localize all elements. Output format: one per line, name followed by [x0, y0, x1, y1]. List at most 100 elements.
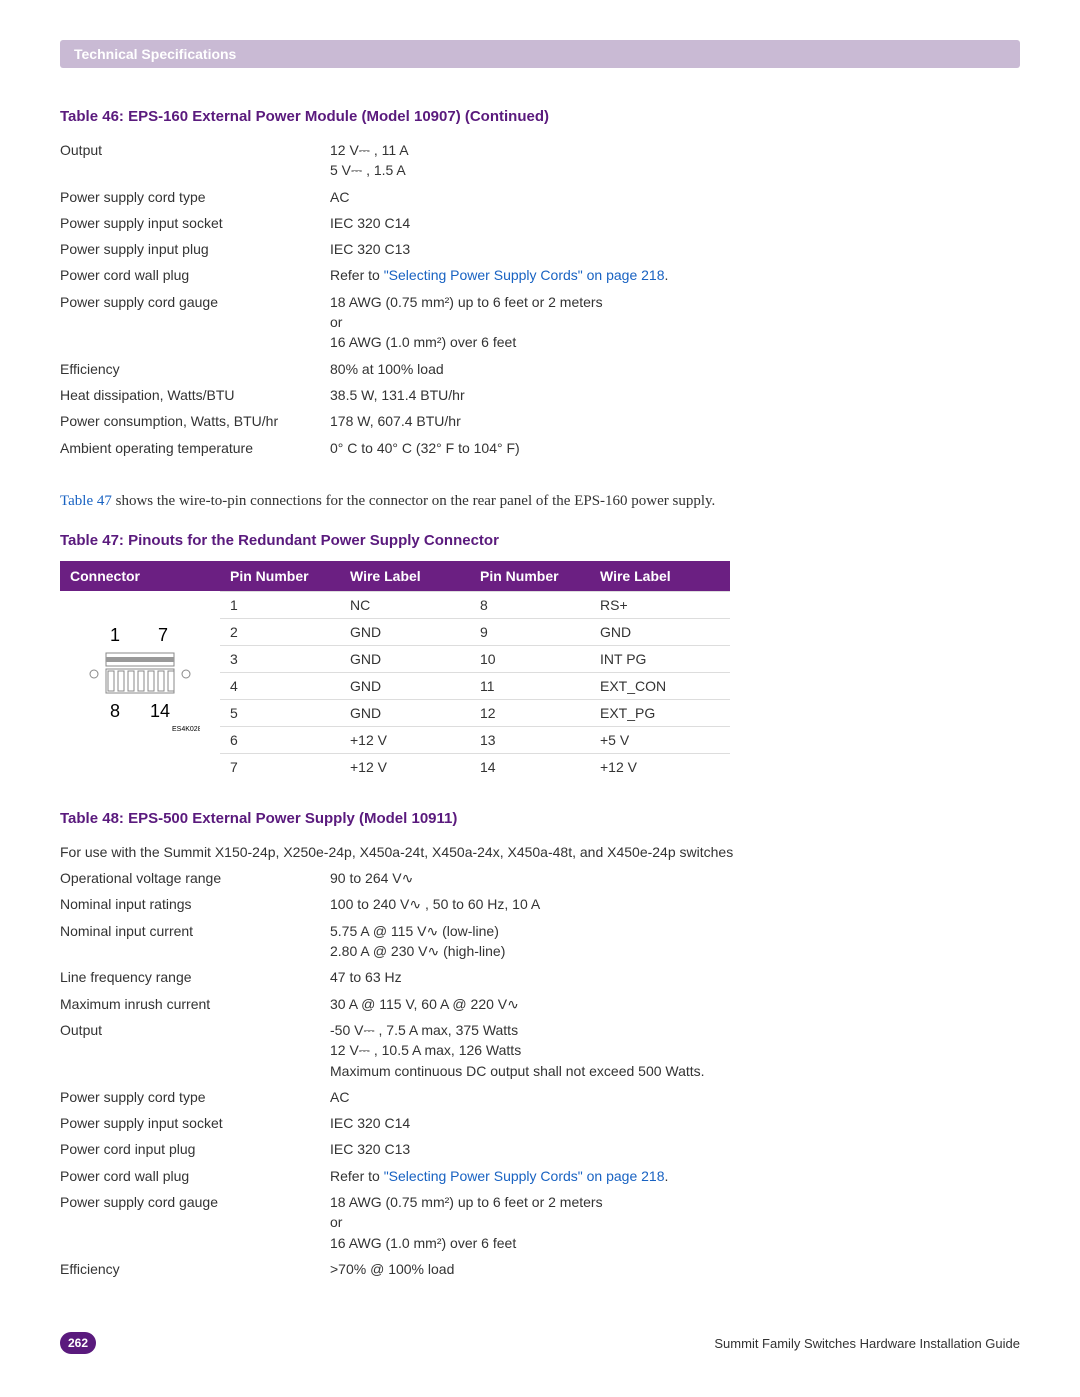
svg-text:7: 7 — [158, 625, 168, 645]
th-pin1: Pin Number — [220, 561, 340, 592]
table47: Connector Pin Number Wire Label Pin Numb… — [60, 561, 730, 780]
body-paragraph: Table 47 shows the wire-to-pin connectio… — [60, 491, 1020, 512]
spec-label: Nominal input current — [60, 918, 330, 965]
spec-value: 80% at 100% load — [330, 356, 1020, 382]
pinout-cell: 10 — [470, 645, 590, 672]
pinout-cell: 7 — [220, 753, 340, 780]
pinout-cell: 9 — [470, 618, 590, 645]
spec-value: 18 AWG (0.75 mm²) up to 6 feet or 2 mete… — [330, 289, 1020, 356]
pinout-cell: 12 — [470, 699, 590, 726]
pinout-cell: 5 — [220, 699, 340, 726]
spec-label: Efficiency — [60, 1256, 330, 1282]
pinout-cell: EXT_CON — [590, 672, 730, 699]
ref-link[interactable]: "Selecting Power Supply Cords" on page 2… — [384, 1168, 665, 1184]
pinout-cell: GND — [340, 645, 470, 672]
table46: Output12 V⎓ , 11 A 5 V⎓ , 1.5 APower sup… — [60, 137, 1020, 461]
svg-text:1: 1 — [110, 625, 120, 645]
pinout-cell: +12 V — [590, 753, 730, 780]
section-header: Technical Specifications — [60, 40, 1020, 68]
spec-label: Maximum inrush current — [60, 991, 330, 1017]
spec-label: Power cord wall plug — [60, 262, 330, 288]
spec-value: IEC 320 C14 — [330, 210, 1020, 236]
th-pin2: Pin Number — [470, 561, 590, 592]
page-footer: 262 Summit Family Switches Hardware Inst… — [60, 1332, 1020, 1354]
table48-intro: For use with the Summit X150-24p, X250e-… — [60, 839, 1020, 865]
pinout-cell: 6 — [220, 726, 340, 753]
spec-label: Ambient operating temperature — [60, 435, 330, 461]
pinout-cell: 3 — [220, 645, 340, 672]
spec-label: Power supply input plug — [60, 236, 330, 262]
pinout-cell: 1 — [220, 591, 340, 618]
spec-value: 178 W, 607.4 BTU/hr — [330, 408, 1020, 434]
pinout-cell: 11 — [470, 672, 590, 699]
pinout-cell: 8 — [470, 591, 590, 618]
spec-value: Refer to "Selecting Power Supply Cords" … — [330, 1163, 1020, 1189]
pinout-cell: +12 V — [340, 726, 470, 753]
spec-label: Power supply cord gauge — [60, 289, 330, 356]
spec-label: Power cord wall plug — [60, 1163, 330, 1189]
pinout-cell: EXT_PG — [590, 699, 730, 726]
spec-value: 5.75 A @ 115 V∿ (low-line) 2.80 A @ 230 … — [330, 918, 1020, 965]
body-paragraph-text: shows the wire-to-pin connections for th… — [112, 493, 715, 509]
spec-value: AC — [330, 184, 1020, 210]
th-wire2: Wire Label — [590, 561, 730, 592]
connector-icon: 1 7 8 14ES4K028 — [80, 619, 200, 749]
pinout-cell: +5 V — [590, 726, 730, 753]
svg-text:14: 14 — [150, 701, 170, 721]
th-connector: Connector — [60, 561, 220, 592]
spec-label: Output — [60, 1017, 330, 1084]
spec-label: Output — [60, 137, 330, 184]
table48-title: Table 48: EPS-500 External Power Supply … — [60, 810, 1020, 827]
spec-label: Power supply cord gauge — [60, 1189, 330, 1256]
table48: For use with the Summit X150-24p, X250e-… — [60, 839, 1020, 1282]
spec-value: 38.5 W, 131.4 BTU/hr — [330, 382, 1020, 408]
pinout-cell: RS+ — [590, 591, 730, 618]
spec-label: Line frequency range — [60, 964, 330, 990]
spec-label: Power supply cord type — [60, 1084, 330, 1110]
table47-ref-link[interactable]: Table 47 — [60, 493, 112, 509]
svg-text:ES4K028: ES4K028 — [172, 726, 200, 733]
pinout-cell: 2 — [220, 618, 340, 645]
pinout-cell: 14 — [470, 753, 590, 780]
footer-guide-title: Summit Family Switches Hardware Installa… — [714, 1336, 1020, 1351]
spec-value: 0° C to 40° C (32° F to 104° F) — [330, 435, 1020, 461]
spec-label: Efficiency — [60, 356, 330, 382]
spec-label: Operational voltage range — [60, 865, 330, 891]
spec-value: 12 V⎓ , 11 A 5 V⎓ , 1.5 A — [330, 137, 1020, 184]
spec-value: 90 to 264 V∿ — [330, 865, 1020, 891]
pinout-cell: GND — [590, 618, 730, 645]
spec-label: Nominal input ratings — [60, 891, 330, 917]
table46-title: Table 46: EPS-160 External Power Module … — [60, 108, 1020, 125]
svg-text:8: 8 — [110, 701, 120, 721]
table47-title: Table 47: Pinouts for the Redundant Powe… — [60, 532, 1020, 549]
spec-value: 30 A @ 115 V, 60 A @ 220 V∿ — [330, 991, 1020, 1017]
pinout-cell: NC — [340, 591, 470, 618]
spec-label: Power cord input plug — [60, 1136, 330, 1162]
spec-value: 47 to 63 Hz — [330, 964, 1020, 990]
pinout-cell: +12 V — [340, 753, 470, 780]
spec-label: Power supply input socket — [60, 210, 330, 236]
spec-value: IEC 320 C13 — [330, 1136, 1020, 1162]
pinout-cell: 4 — [220, 672, 340, 699]
th-wire1: Wire Label — [340, 561, 470, 592]
spec-value: Refer to "Selecting Power Supply Cords" … — [330, 262, 1020, 288]
spec-value: -50 V⎓ , 7.5 A max, 375 Watts 12 V⎓ , 10… — [330, 1017, 1020, 1084]
spec-label: Power supply input socket — [60, 1110, 330, 1136]
spec-label: Heat dissipation, Watts/BTU — [60, 382, 330, 408]
pinout-cell: INT PG — [590, 645, 730, 672]
spec-value: AC — [330, 1084, 1020, 1110]
ref-link[interactable]: "Selecting Power Supply Cords" on page 2… — [384, 267, 665, 283]
pinout-cell: GND — [340, 699, 470, 726]
page-number: 262 — [60, 1332, 96, 1354]
pinout-cell: GND — [340, 672, 470, 699]
spec-value: 100 to 240 V∿ , 50 to 60 Hz, 10 A — [330, 891, 1020, 917]
pinout-cell: GND — [340, 618, 470, 645]
spec-label: Power consumption, Watts, BTU/hr — [60, 408, 330, 434]
spec-value: >70% @ 100% load — [330, 1256, 1020, 1282]
connector-diagram: 1 7 8 14ES4K028 — [60, 591, 220, 780]
spec-value: IEC 320 C14 — [330, 1110, 1020, 1136]
spec-value: IEC 320 C13 — [330, 236, 1020, 262]
spec-label: Power supply cord type — [60, 184, 330, 210]
spec-value: 18 AWG (0.75 mm²) up to 6 feet or 2 mete… — [330, 1189, 1020, 1256]
pinout-cell: 13 — [470, 726, 590, 753]
